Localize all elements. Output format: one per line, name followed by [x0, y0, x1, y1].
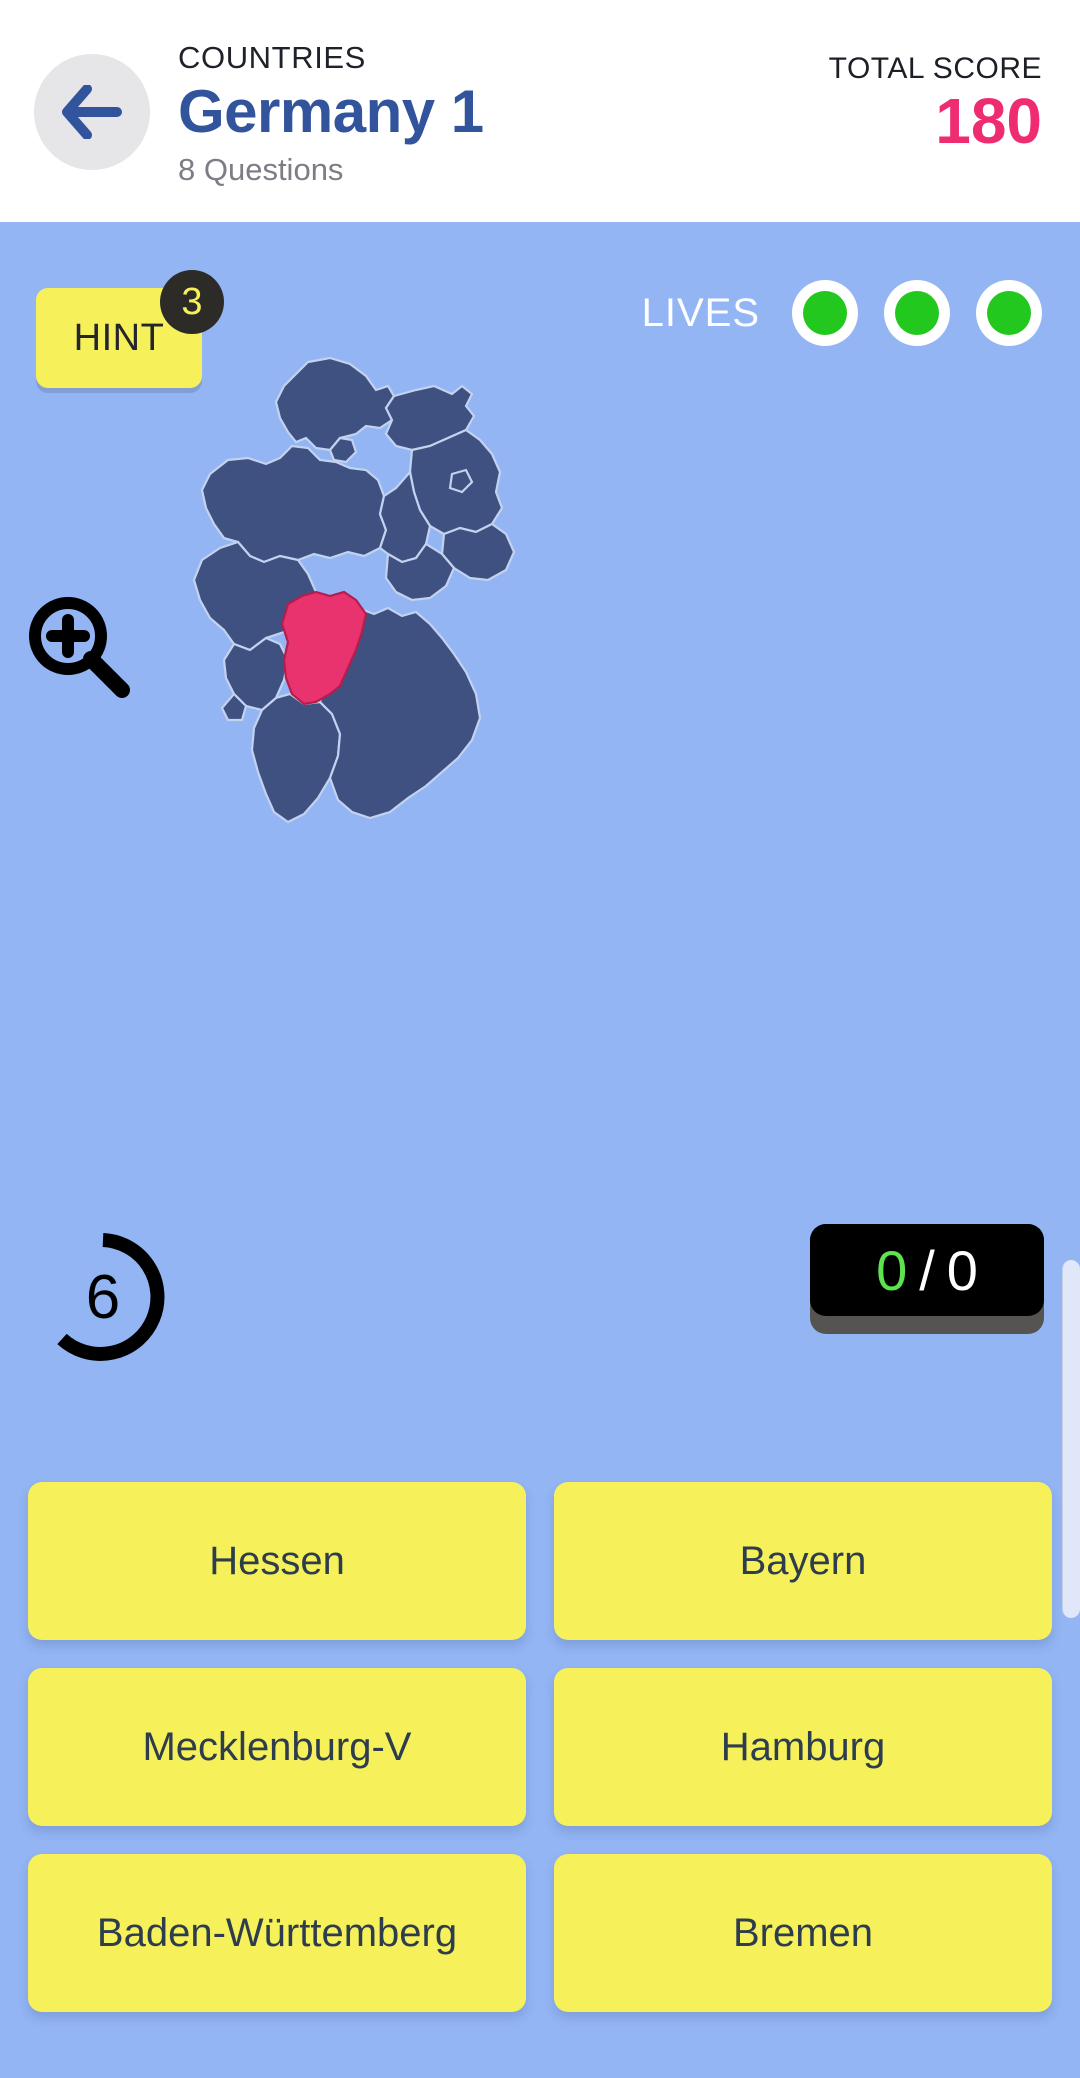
- app-header: COUNTRIES Germany 1 8 Questions TOTAL SC…: [0, 0, 1080, 222]
- answer-option-5[interactable]: Baden-Württemberg: [28, 1854, 526, 2012]
- answer-option-1[interactable]: Hessen: [28, 1482, 526, 1640]
- life-icon-3: [976, 280, 1042, 346]
- map-land: [192, 356, 516, 824]
- quiz-screen: COUNTRIES Germany 1 8 Questions TOTAL SC…: [0, 0, 1080, 2078]
- score-separator: /: [919, 1238, 935, 1302]
- state-baden-wuerttemberg: [250, 692, 342, 824]
- question-count: 8 Questions: [178, 151, 344, 187]
- score-total: 0: [946, 1238, 978, 1302]
- vertical-scrollbar[interactable]: [1062, 1260, 1080, 1618]
- scorebox: 0 / 0: [810, 1224, 1044, 1316]
- game-area: HINT 3 LIVES 6 0 / 0 Hessen Bayern Meckl…: [0, 222, 1080, 2078]
- life-dot: [803, 291, 847, 335]
- total-score-block: TOTAL SCORE 180: [829, 52, 1042, 155]
- life-dot: [895, 291, 939, 335]
- answer-option-2[interactable]: Bayern: [554, 1482, 1052, 1640]
- life-dot: [987, 291, 1031, 335]
- answer-option-6[interactable]: Bremen: [554, 1854, 1052, 2012]
- total-score-label: TOTAL SCORE: [828, 52, 1042, 85]
- lives-label: LIVES: [641, 290, 760, 335]
- map-svg: [192, 356, 516, 824]
- page-title: Germany 1: [178, 78, 484, 145]
- timer-seconds: 6: [85, 1262, 121, 1332]
- hint-count-badge: 3: [160, 270, 224, 334]
- germany-states-map[interactable]: [180, 342, 660, 962]
- zoom-in-magnifier-icon[interactable]: [24, 592, 134, 702]
- state-schleswig-holstein: [274, 356, 396, 452]
- back-arrow-icon: [62, 85, 122, 139]
- answer-option-4[interactable]: Hamburg: [554, 1668, 1052, 1826]
- score-current: 0: [876, 1238, 908, 1302]
- lives-indicator: LIVES: [642, 280, 1042, 346]
- life-icon-1: [792, 280, 858, 346]
- total-score-value: 180: [935, 85, 1042, 157]
- back-button[interactable]: [34, 54, 150, 170]
- question-score-display: 0 / 0: [810, 1224, 1044, 1334]
- answer-option-3[interactable]: Mecklenburg-V: [28, 1668, 526, 1826]
- answer-options: Hessen Bayern Mecklenburg-V Hamburg Bade…: [28, 1482, 1052, 2012]
- header-text-block: COUNTRIES Germany 1 8 Questions: [178, 40, 484, 188]
- life-icon-2: [884, 280, 950, 346]
- question-timer: 6: [28, 1222, 178, 1372]
- category-kicker: COUNTRIES: [178, 40, 366, 75]
